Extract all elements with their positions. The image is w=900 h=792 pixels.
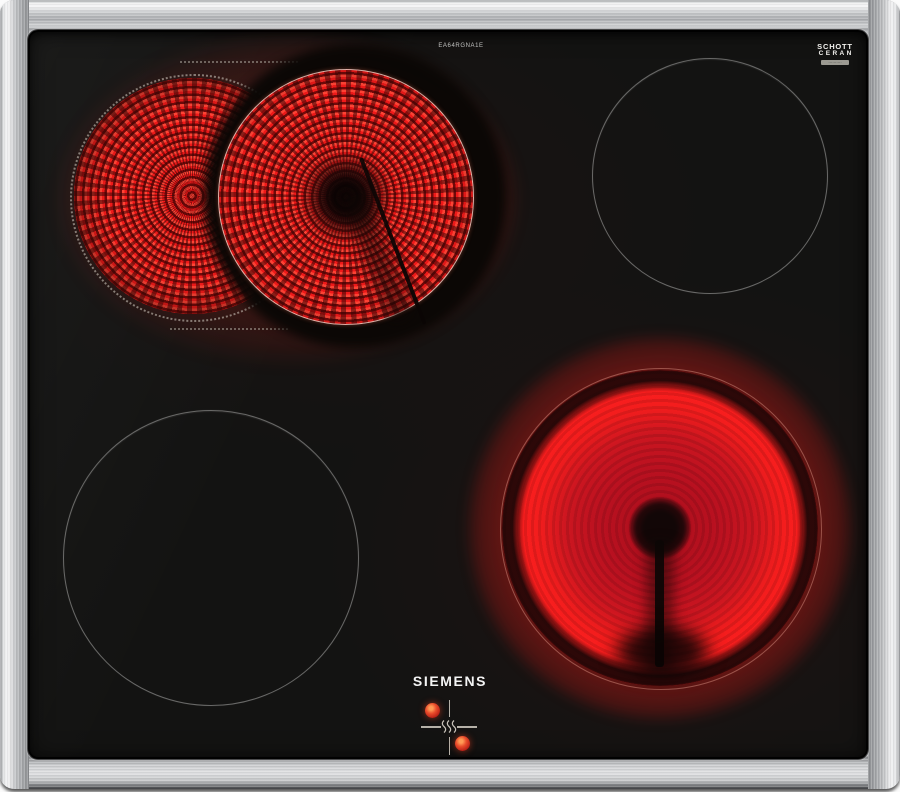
element-connector-shadow [610,622,715,682]
schott-text: SCHOTT [817,42,853,51]
ceran-text: CERAN [818,50,854,57]
steel-frame-top [0,0,900,31]
indicator-cross-horizontal-left [421,726,441,728]
steel-frame-right [868,0,900,789]
zone-top-right-outline [592,58,828,294]
ceran-fineprint: ·········· [821,60,849,65]
schott-ceran-mark: SCHOTT CERAN ·········· [814,43,856,65]
zone-top-left-main-coil [218,69,474,325]
ceramic-glass-surface: EA64RGNA1E SCHOTT CERAN ·········· SIEME… [28,30,868,759]
model-number-text: EA64RGNA1E [438,43,484,49]
heat-waves-icon [440,719,458,735]
indicator-cross-vertical-bottom [448,737,450,755]
cooktop-appliance: EA64RGNA1E SCHOTT CERAN ·········· SIEME… [0,0,900,789]
steel-frame-bottom [0,756,900,789]
indicator-cross-horizontal-right [457,726,477,728]
indicator-cross-vertical-top [448,700,450,717]
cooktop-photo: EA64RGNA1E SCHOTT CERAN ·········· SIEME… [0,0,900,792]
zone-bottom-left-outline [63,410,359,706]
siemens-logo: SIEMENS [412,673,488,689]
residual-heat-dot-bottom-right [455,736,470,751]
steel-frame-left [0,0,29,789]
residual-heat-dot-top-left [425,703,440,718]
zone-top-left-outline-bottom-segment [170,328,288,330]
